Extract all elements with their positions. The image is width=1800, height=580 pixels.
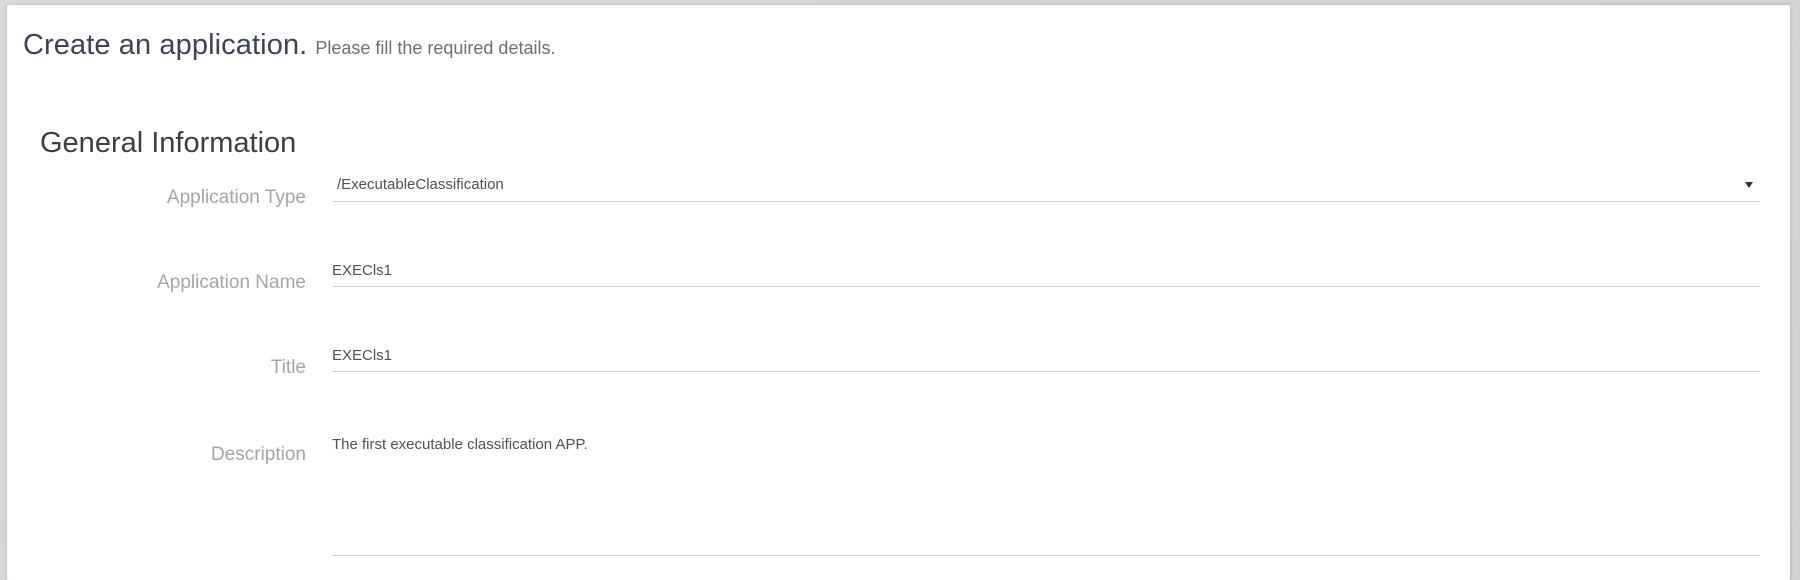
title-label: Title xyxy=(270,357,306,378)
chevron-down-icon[interactable] xyxy=(1745,181,1753,188)
page-title: Create an application. xyxy=(23,29,308,61)
application-name-label: Application Name xyxy=(157,272,306,293)
page-subtitle: Please fill the required details. xyxy=(315,38,556,58)
application-type-label: Application Type xyxy=(166,187,306,208)
application-type-value: /ExecutableClassification xyxy=(337,176,504,193)
application-form-card: Create an application. Please fill the r… xyxy=(7,5,1790,580)
title-input[interactable] xyxy=(332,338,1760,372)
description-textarea[interactable]: The first executable classification APP. xyxy=(332,426,1760,556)
application-type-select[interactable]: /ExecutableClassification xyxy=(332,168,1760,202)
section-title: General Information xyxy=(40,127,297,160)
page-header: Create an application. Please fill the r… xyxy=(23,31,555,60)
application-name-input[interactable] xyxy=(332,253,1760,287)
description-label: Description xyxy=(210,444,306,465)
